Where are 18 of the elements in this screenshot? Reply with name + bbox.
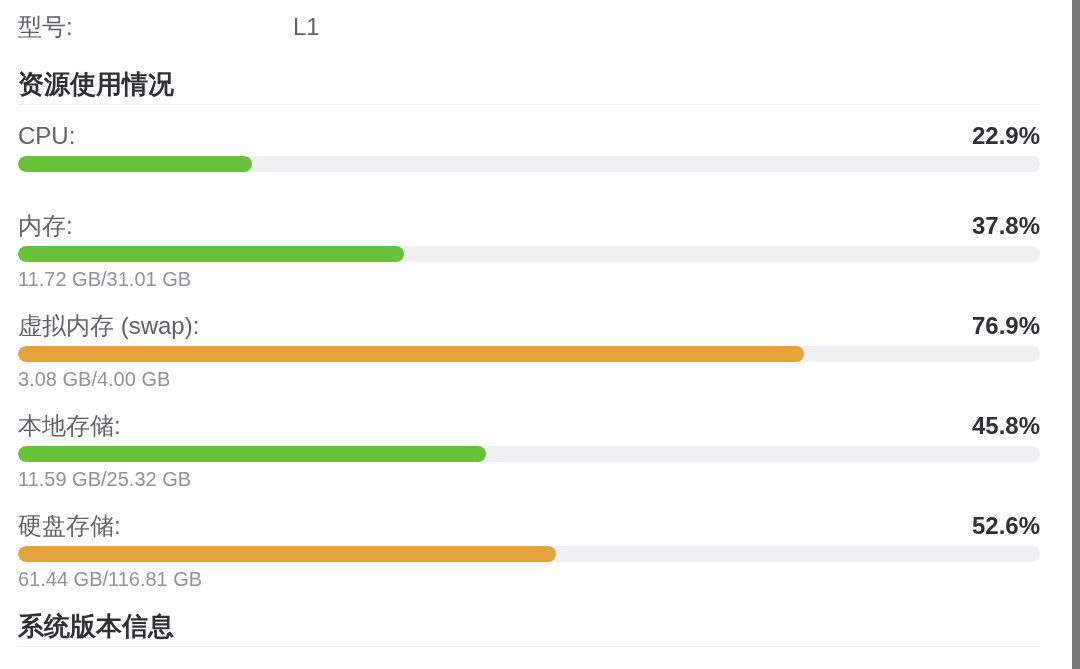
field-label: 型号:	[18, 12, 74, 42]
usage-text: 3.08 GB/4.00 GB	[18, 367, 171, 391]
resource-percent: 22.9%	[971, 121, 1040, 151]
resource-label: 硬盘存储:	[18, 511, 121, 541]
field-value: L1	[293, 12, 320, 42]
resource-label: 内存:	[18, 211, 73, 241]
resource-percent: 37.8%	[971, 211, 1040, 241]
section-title: 系统版本信息	[18, 611, 175, 641]
resource-label: CPU:	[18, 121, 76, 151]
resource-percent: 76.9%	[971, 311, 1040, 341]
section-title: 资源使用情况	[18, 69, 175, 99]
usage-text: 11.59 GB/25.32 GB	[18, 467, 192, 491]
resource-label: 虚拟内存 (swap):	[18, 311, 200, 341]
usage-text: 11.72 GB/31.01 GB	[18, 267, 192, 291]
usage-text: 61.44 GB/116.81 GB	[18, 567, 203, 591]
resource-percent: 52.6%	[971, 511, 1040, 541]
resource-percent: 45.8%	[971, 411, 1040, 441]
resource-label: 本地存储:	[18, 411, 121, 441]
